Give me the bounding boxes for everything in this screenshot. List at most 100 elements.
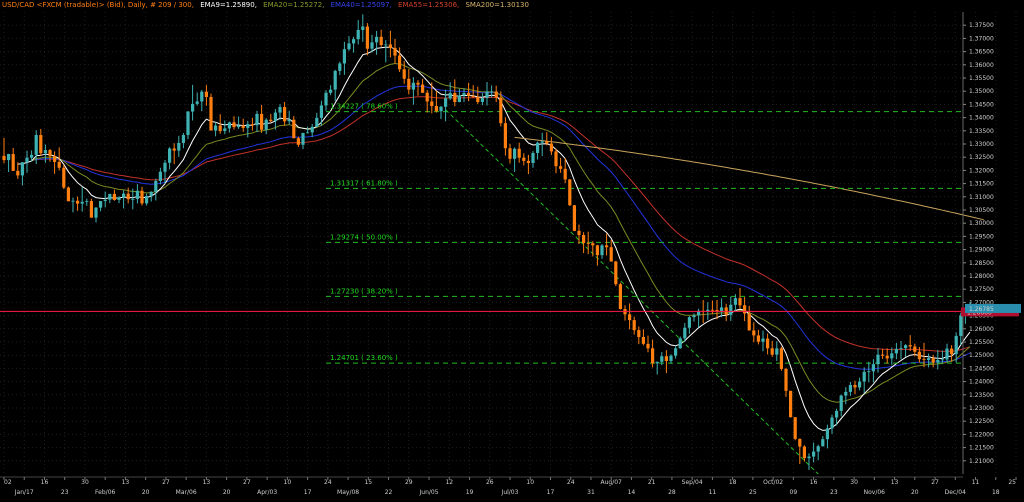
- candle: [287, 119, 291, 122]
- candle: [347, 43, 351, 50]
- candle: [310, 126, 314, 133]
- ema55-line: [31, 96, 971, 352]
- candle: [388, 44, 392, 48]
- y-tick-label: 1.32500: [969, 154, 994, 161]
- candle: [669, 355, 673, 362]
- y-tick-label: 1.37500: [969, 22, 994, 29]
- candle: [503, 123, 507, 149]
- candle: [766, 338, 770, 349]
- candle: [384, 44, 388, 46]
- x-tick-label: 28: [668, 489, 676, 496]
- candle: [660, 356, 664, 362]
- candle: [876, 354, 880, 365]
- candle: [499, 97, 503, 124]
- y-tick-label: 1.23000: [969, 405, 994, 412]
- x-tick-label: 23: [830, 489, 838, 496]
- candle: [770, 348, 774, 355]
- candle: [329, 89, 333, 93]
- candle: [494, 91, 498, 98]
- fib-label: 1.27230 ( 38.20% ): [330, 287, 398, 295]
- candle: [2, 155, 6, 161]
- candle: [678, 338, 682, 349]
- candle: [632, 320, 636, 331]
- x-tick-label: Apr/03: [257, 489, 277, 496]
- candle: [448, 93, 452, 99]
- candle: [439, 106, 443, 112]
- candle: [591, 243, 595, 246]
- candle: [108, 193, 112, 200]
- y-tick-label: 1.30000: [969, 220, 994, 227]
- x-tick-label: Mar/06: [176, 489, 197, 496]
- candle: [122, 193, 126, 198]
- x-tick-label: Jul/03: [501, 489, 519, 496]
- candle: [338, 63, 342, 71]
- candle: [181, 135, 185, 143]
- candle: [85, 201, 89, 202]
- price-chart[interactable]: 1.34227 ( 78.60% ) 1.31317 ( 61.80% ) 1.29…: [0, 0, 1024, 502]
- candle: [839, 395, 843, 411]
- candle: [720, 307, 724, 312]
- x-tick-label: 18: [992, 489, 1000, 496]
- x-tick-label: 30: [81, 479, 89, 486]
- y-tick-label: 1.34500: [969, 101, 994, 108]
- x-tick-label: Dec/04: [945, 489, 966, 496]
- candle: [517, 148, 521, 158]
- candle: [416, 82, 420, 85]
- candle: [807, 456, 811, 459]
- candle: [756, 335, 760, 342]
- x-tick-label: 13: [122, 479, 130, 486]
- candle: [922, 359, 926, 360]
- x-tick-label: 23: [61, 489, 69, 496]
- x-tick-label: 19: [466, 489, 474, 496]
- x-tick-label: 30: [850, 479, 858, 486]
- x-tick-label: 13: [203, 479, 211, 486]
- y-tick-label: 1.36500: [969, 49, 994, 56]
- fib-label: 1.31317 ( 61.80% ): [330, 179, 398, 187]
- x-tick-label: 29: [405, 479, 413, 486]
- candle: [821, 439, 825, 447]
- candle: [927, 358, 931, 360]
- candle: [687, 317, 691, 328]
- x-tick-label: 13: [891, 479, 899, 486]
- candle: [365, 26, 369, 49]
- x-tick-label: 26: [486, 479, 494, 486]
- candle: [379, 36, 383, 45]
- candle: [559, 166, 563, 169]
- price-marker: 1.266601.26785: [0, 303, 1021, 317]
- x-tick-label: 22: [385, 489, 393, 496]
- candle: [554, 151, 558, 167]
- x-tick-label: Jan/17: [14, 489, 34, 496]
- candle: [34, 135, 38, 155]
- x-tick-label: 02: [4, 479, 12, 486]
- candle: [333, 70, 337, 90]
- candle: [375, 36, 379, 43]
- candle: [816, 446, 820, 452]
- fibonacci-levels: 1.34227 ( 78.60% ) 1.31317 ( 61.80% ) 1.29…: [326, 103, 963, 475]
- candle: [761, 338, 765, 342]
- candle: [398, 55, 402, 70]
- candle: [425, 92, 429, 102]
- x-tick-label: 27: [243, 479, 251, 486]
- candle: [802, 446, 806, 459]
- x-tick-label: 11: [709, 489, 717, 496]
- candle: [163, 162, 167, 172]
- y-tick-label: 1.31000: [969, 194, 994, 201]
- y-tick-label: 1.30500: [969, 207, 994, 214]
- candle: [269, 119, 273, 122]
- candle: [531, 152, 535, 164]
- x-tick-label: 24: [324, 479, 332, 486]
- x-tick-label: 20: [223, 489, 231, 496]
- candle: [508, 148, 512, 159]
- candle: [664, 356, 668, 362]
- x-axis: 02Jan/17 16 23 30 Feb/06 13 20 27 Mar/06 13 20 27 Ap…: [0, 476, 1017, 496]
- x-tick-label: 25: [749, 489, 757, 496]
- x-tick-label: 15: [364, 479, 372, 486]
- y-tick-label: 1.35500: [969, 75, 994, 82]
- candle: [513, 148, 517, 159]
- candle: [480, 98, 484, 103]
- candle: [568, 179, 572, 206]
- x-tick-label: 10: [284, 479, 292, 486]
- last-close-tag-label: 1.26785: [969, 306, 994, 313]
- candle: [609, 247, 613, 262]
- x-tick-label: Sep/04: [682, 479, 703, 486]
